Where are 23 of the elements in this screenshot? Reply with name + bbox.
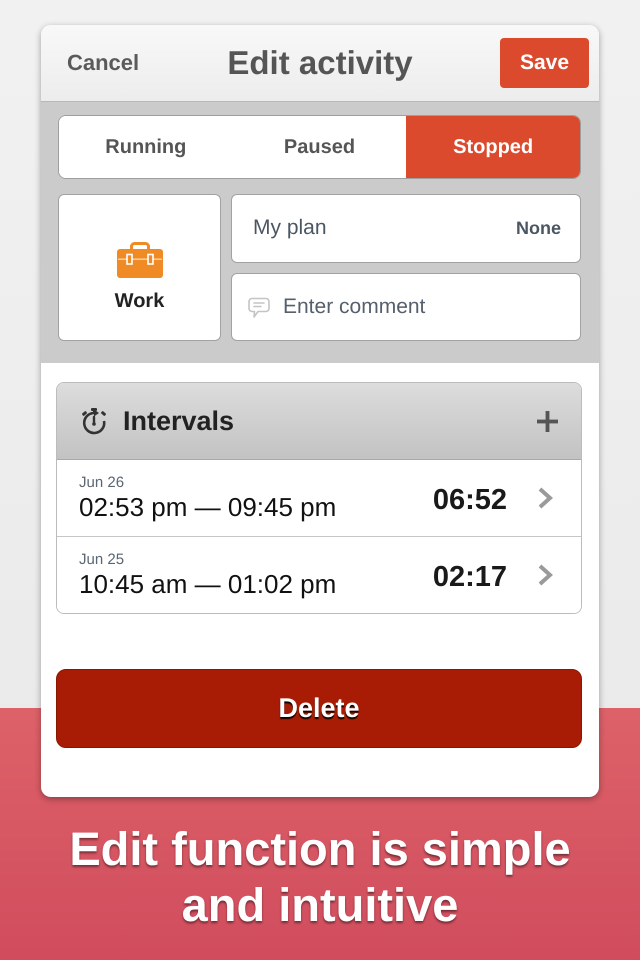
cancel-button[interactable]: Cancel <box>67 50 140 76</box>
plan-selector[interactable]: My plan None <box>231 194 581 262</box>
chevron-icon <box>537 486 553 510</box>
chevron-icon <box>537 563 553 587</box>
speech-bubble-icon <box>248 296 270 318</box>
stopwatch-icon <box>80 407 108 435</box>
status-tab[interactable]: Stopped <box>406 116 580 178</box>
interval-date: Jun 25 <box>79 551 124 569</box>
interval-duration: 02:17 <box>432 560 507 594</box>
toolbox-icon <box>116 242 162 278</box>
interval-date: Jun 26 <box>79 474 124 492</box>
interval-row[interactable]: Jun 25 10:45 am — 01:02 pm 02:17 <box>57 536 581 613</box>
save-button[interactable]: Save <box>500 38 589 88</box>
intervals-title: Intervals <box>123 406 234 436</box>
comment-field[interactable]: Enter comment <box>231 272 581 341</box>
caption-text: Edit function is simple and intuitive <box>68 821 572 933</box>
interval-time-range: 10:45 am — 01:02 pm <box>79 569 336 599</box>
interval-duration: 06:52 <box>432 484 507 516</box>
screen-title: Edit activity <box>227 44 413 82</box>
category-button[interactable]: Work <box>58 194 221 341</box>
interval-time-range: 02:53 pm — 09:45 pm <box>79 492 336 522</box>
plus-icon[interactable] <box>537 410 558 432</box>
delete-button[interactable]: Delete <box>56 669 582 748</box>
